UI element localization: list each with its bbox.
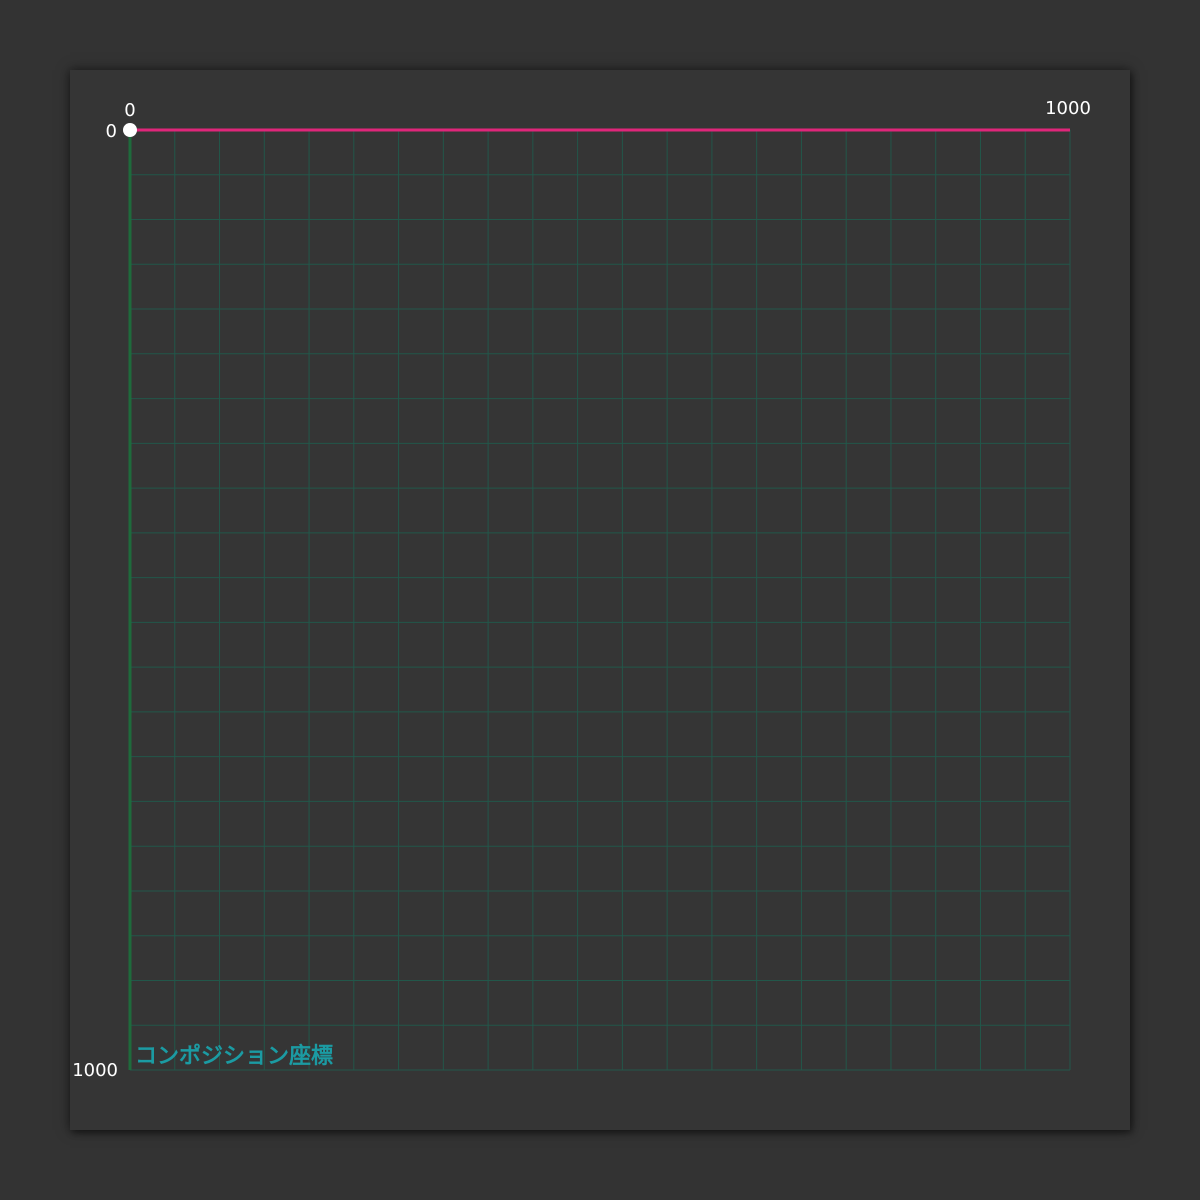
grid: [129, 129, 1071, 1071]
y-axis-max-label: 1000: [72, 1060, 118, 1081]
x-axis-min-label: 0: [124, 100, 135, 121]
coordinate-diagram: 0 1000 0 1000 コンポジション座標: [72, 98, 1091, 1081]
y-axis-min-label: 0: [106, 121, 117, 142]
coordinate-system-caption: コンポジション座標: [135, 1043, 333, 1069]
origin-point: [123, 123, 137, 137]
x-axis-max-label: 1000: [1045, 98, 1091, 119]
